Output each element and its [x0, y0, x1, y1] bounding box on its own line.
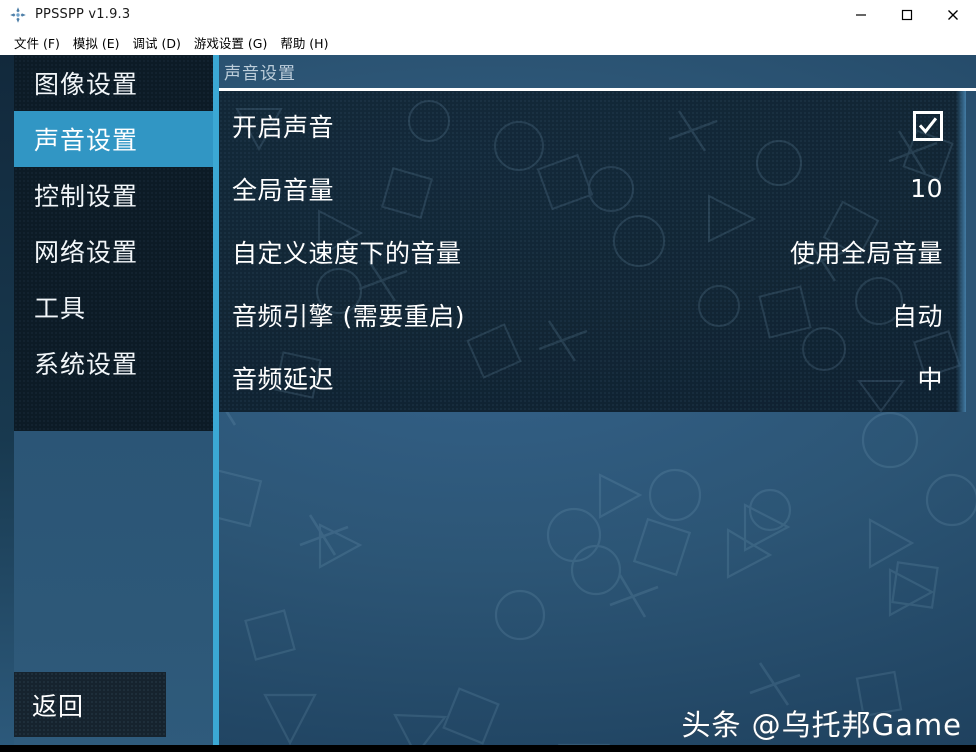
enable-sound-checkbox[interactable] — [913, 111, 943, 141]
setting-label: 全局音量 — [232, 171, 334, 207]
setting-label: 音频延迟 — [232, 360, 334, 396]
sidebar-item-label: 系统设置 — [34, 345, 138, 381]
window-title-bar: PPSSPP v1.9.3 — [0, 0, 976, 29]
menu-item-debug[interactable]: 调试 (D) — [129, 31, 190, 54]
setting-value: 自动 — [892, 297, 943, 333]
sidebar-item-label: 控制设置 — [34, 177, 138, 213]
menu-item-emulation[interactable]: 模拟 (E) — [69, 31, 129, 54]
setting-label: 音频引擎 (需要重启) — [232, 297, 465, 333]
back-button[interactable]: 返回 — [14, 672, 166, 737]
menu-item-help[interactable]: 帮助 (H) — [276, 31, 337, 54]
sidebar-item-controls[interactable]: 控制设置 — [14, 167, 213, 223]
window-controls — [838, 0, 976, 29]
ppsspp-logo-icon — [9, 6, 27, 24]
settings-list: 开启声音 全局音量 10 自定义速度下的音量 使用全局音量 — [219, 91, 966, 412]
sidebar-item-audio[interactable]: 声音设置 — [14, 111, 213, 167]
emulator-screen: 图像设置 声音设置 控制设置 网络设置 工具 系统设置 — [0, 55, 976, 752]
setting-value: 10 — [910, 174, 943, 203]
sidebar-item-system[interactable]: 系统设置 — [14, 335, 213, 391]
setting-value: 中 — [917, 360, 943, 396]
setting-row-audio-latency[interactable]: 音频延迟 中 — [219, 346, 956, 409]
menu-item-file[interactable]: 文件 (F) — [10, 31, 69, 54]
sidebar-item-label: 声音设置 — [34, 121, 138, 157]
setting-value: 使用全局音量 — [790, 234, 943, 270]
window-bottom-edge — [0, 745, 976, 752]
sidebar-left-strip — [0, 55, 14, 752]
ppsspp-window: PPSSPP v1.9.3 文件 (F) 模拟 (E) 调试 (D) 游戏设置 … — [0, 0, 976, 752]
sidebar-nav: 图像设置 声音设置 控制设置 网络设置 工具 系统设置 — [14, 55, 213, 391]
back-button-label: 返回 — [32, 687, 84, 723]
minimize-icon[interactable] — [838, 0, 884, 29]
sidebar-divider — [213, 55, 219, 752]
setting-row-enable-sound[interactable]: 开启声音 — [219, 94, 956, 157]
maximize-icon[interactable] — [884, 0, 930, 29]
watermark: 头条 @乌托邦Game — [681, 702, 962, 744]
setting-row-audio-engine[interactable]: 音频引擎 (需要重启) 自动 — [219, 283, 956, 346]
sidebar-item-network[interactable]: 网络设置 — [14, 223, 213, 279]
setting-label: 开启声音 — [232, 108, 334, 144]
setting-label: 自定义速度下的音量 — [232, 234, 462, 270]
check-icon — [918, 116, 938, 136]
setting-row-alt-speed-volume[interactable]: 自定义速度下的音量 使用全局音量 — [219, 220, 956, 283]
setting-row-global-volume[interactable]: 全局音量 10 — [219, 157, 956, 220]
sidebar-item-label: 工具 — [34, 289, 86, 325]
menu-item-game-settings[interactable]: 游戏设置 (G) — [190, 31, 276, 54]
sidebar-item-label: 图像设置 — [34, 65, 138, 101]
close-icon[interactable] — [930, 0, 976, 29]
sidebar: 图像设置 声音设置 控制设置 网络设置 工具 系统设置 — [14, 55, 213, 752]
page-title: 声音设置 — [224, 59, 296, 84]
settings-panel: 开启声音 全局音量 10 自定义速度下的音量 使用全局音量 — [219, 91, 966, 412]
sidebar-item-label: 网络设置 — [34, 233, 138, 269]
content-pane: 声音设置 — [219, 55, 976, 752]
window-title: PPSSPP v1.9.3 — [35, 7, 130, 22]
sidebar-item-tools[interactable]: 工具 — [14, 279, 213, 335]
sidebar-item-graphics[interactable]: 图像设置 — [14, 55, 213, 111]
menu-bar: 文件 (F) 模拟 (E) 调试 (D) 游戏设置 (G) 帮助 (H) — [0, 29, 976, 55]
